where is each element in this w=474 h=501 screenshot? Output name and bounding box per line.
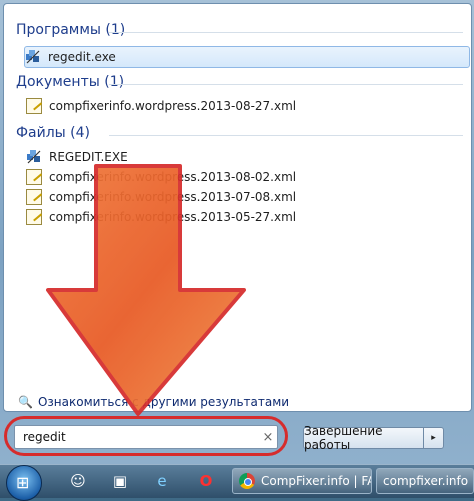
taskbar-window-label: CompFixer.info | FA... (261, 474, 371, 488)
floppy-disk-icon[interactable]: ▣ (108, 469, 132, 493)
shutdown-options-arrow-icon[interactable]: ▸ (424, 427, 444, 449)
registry-editor-icon (25, 49, 41, 65)
group-header-documents[interactable]: Документы (1) (16, 74, 124, 90)
xml-file-icon (26, 98, 42, 114)
taskbar-window-chrome[interactable]: CompFixer.info | FA... (232, 468, 372, 494)
result-document[interactable]: compfixerinfo.wordpress.2013-08-27.xml (26, 96, 304, 116)
divider (109, 135, 463, 136)
result-label: compfixerinfo.wordpress.2013-08-27.xml (49, 99, 297, 113)
opera-icon[interactable]: O (194, 469, 218, 493)
chrome-icon (239, 473, 255, 489)
shutdown-button[interactable]: Завершение работы (303, 424, 424, 452)
search-highlight-ring (4, 416, 288, 456)
start-button[interactable]: ⊞ (6, 465, 42, 501)
taskbar-window-label: compfixer.info (383, 474, 469, 488)
taskbar: ⊞ ☺ ▣ e O CompFixer.info | FA... compfix… (0, 464, 474, 501)
internet-explorer-icon[interactable]: e (150, 469, 174, 493)
pinned-app-icon[interactable]: ☺ (66, 469, 90, 493)
taskbar-window[interactable]: compfixer.info (376, 468, 474, 494)
group-header-programs[interactable]: Программы (1) (16, 22, 125, 38)
windows-logo-icon: ⊞ (16, 473, 30, 492)
result-regedit-exe[interactable]: regedit.exe (24, 46, 470, 68)
divider (109, 32, 463, 33)
result-label: regedit.exe (48, 50, 116, 64)
down-arrow-annotation (46, 164, 246, 416)
group-header-files[interactable]: Файлы (4) (16, 125, 90, 141)
divider (109, 84, 463, 85)
search-icon: 🔍 (18, 395, 33, 409)
